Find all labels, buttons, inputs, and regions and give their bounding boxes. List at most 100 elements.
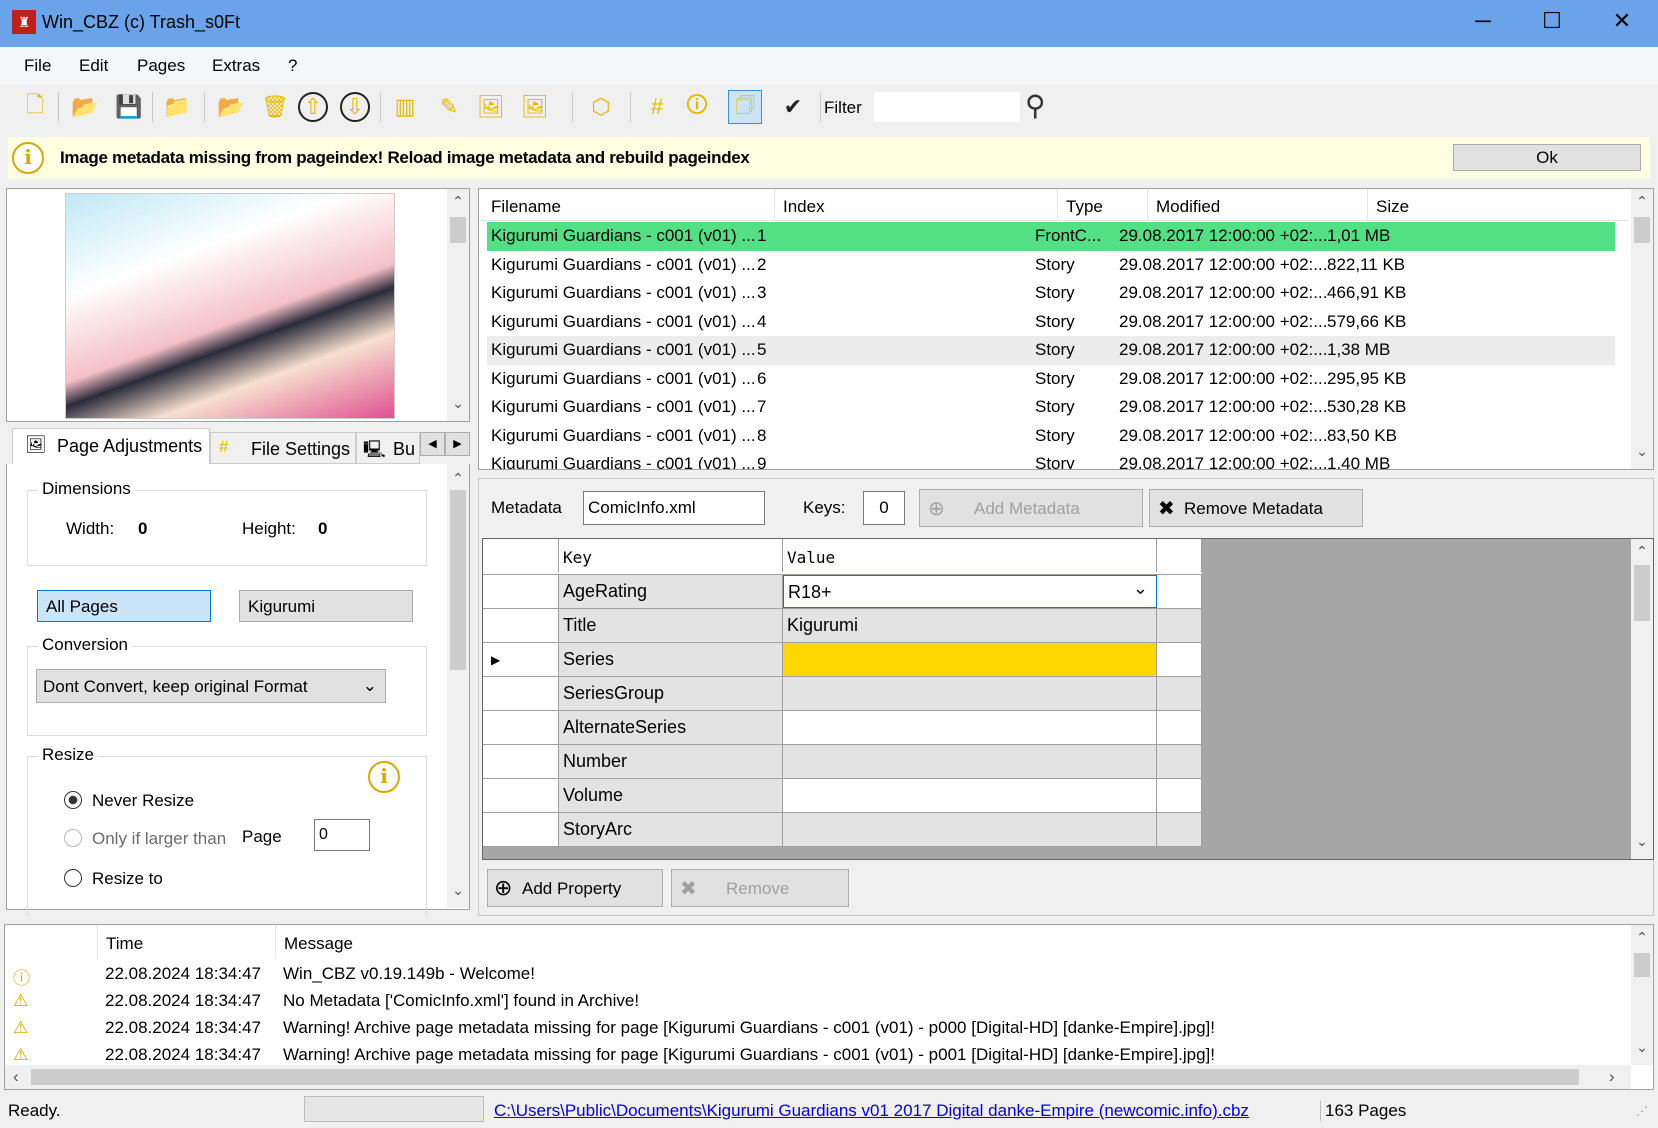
- kigurumi-button[interactable]: Kigurumi: [239, 590, 413, 622]
- column-time[interactable]: Time: [97, 925, 151, 959]
- column-size[interactable]: Size: [1367, 189, 1409, 221]
- row-header[interactable]: [483, 711, 559, 744]
- save-icon[interactable]: 💾: [112, 90, 146, 124]
- file-row[interactable]: Kigurumi Guardians - c001 (v01) ... 9 Stor…: [487, 450, 1615, 469]
- file-row[interactable]: Kigurumi Guardians - c001 (v01) ... 4 Stor…: [487, 308, 1615, 337]
- edit-page-icon[interactable]: ✎: [432, 90, 466, 124]
- resize-grip-icon[interactable]: ⋰: [1636, 1104, 1648, 1118]
- age-rating-dropdown[interactable]: R18+ ⌄: [783, 575, 1157, 608]
- metadata-key-cell[interactable]: SeriesGroup: [559, 677, 783, 710]
- log-vscrollbar[interactable]: ⌃ ⌄: [1631, 925, 1653, 1065]
- log-row[interactable]: ⚠ 22.08.2024 18:34:47 Warning! Archive pag…: [5, 1014, 1625, 1043]
- open-folder-icon[interactable]: 📂: [68, 90, 102, 124]
- file-row[interactable]: Kigurumi Guardians - c001 (v01) ... 1 Fron…: [487, 222, 1615, 251]
- metadata-value-cell[interactable]: [783, 779, 1157, 812]
- image-frame-icon[interactable]: 🖼: [474, 90, 508, 124]
- file-row[interactable]: Kigurumi Guardians - c001 (v01) ... 3 Stor…: [487, 279, 1615, 308]
- add-files-icon[interactable]: 📂: [214, 90, 248, 124]
- open-file-icon[interactable]: 📁: [160, 90, 194, 124]
- info-icon[interactable]: i: [368, 761, 400, 793]
- metadata-key-cell[interactable]: StoryArc: [559, 813, 783, 846]
- metadata-value-cell[interactable]: [783, 677, 1157, 710]
- filter-input[interactable]: [874, 92, 1020, 122]
- column-type[interactable]: Type: [1057, 189, 1103, 221]
- info-window-icon[interactable]: 🛈: [680, 90, 714, 124]
- menu-help[interactable]: ?: [288, 56, 297, 76]
- metadata-key-cell[interactable]: Series: [559, 643, 783, 676]
- ok-button[interactable]: Ok: [1453, 144, 1641, 171]
- checkmark-icon[interactable]: ✔: [776, 90, 810, 124]
- conversion-dropdown[interactable]: Dont Convert, keep original Format ⌄: [36, 669, 386, 703]
- page-split-icon[interactable]: ▥: [388, 90, 422, 124]
- only-larger-radio[interactable]: [64, 829, 82, 847]
- tab-build[interactable]: 🖳 Bu: [356, 432, 420, 464]
- metadata-row[interactable]: StoryArc: [483, 813, 1202, 847]
- column-index[interactable]: Index: [774, 189, 825, 221]
- resize-to-radio[interactable]: [64, 869, 82, 887]
- metadata-value-cell[interactable]: [783, 745, 1157, 778]
- menu-pages[interactable]: Pages: [137, 56, 185, 76]
- tab-page-adjustments[interactable]: 🖼 Page Adjustments: [12, 428, 210, 464]
- metadata-grid-scrollbar[interactable]: ⌃ ⌄: [1631, 539, 1653, 859]
- file-row[interactable]: Kigurumi Guardians - c001 (v01) ... 6 Stor…: [487, 365, 1615, 394]
- column-filename[interactable]: Filename: [491, 197, 561, 217]
- metadata-value-cell[interactable]: Kigurumi: [783, 609, 1157, 642]
- new-file-icon[interactable]: 🗋: [18, 90, 52, 124]
- maximize-button[interactable]: ☐: [1527, 8, 1577, 38]
- file-row[interactable]: Kigurumi Guardians - c001 (v01) ... 7 Stor…: [487, 393, 1615, 422]
- file-row[interactable]: Kigurumi Guardians - c001 (v01) ... 2 Stor…: [487, 251, 1615, 280]
- log-row[interactable]: ⚠ 22.08.2024 18:34:47 No Metadata ['ComicI…: [5, 987, 1625, 1016]
- file-list-scrollbar[interactable]: ⌃ ⌄: [1631, 189, 1653, 469]
- add-metadata-button[interactable]: ⊕ Add Metadata: [919, 489, 1143, 527]
- log-row[interactable]: ⓘ 22.08.2024 18:34:47 Win_CBZ v0.19.149b -…: [5, 960, 1625, 989]
- minimize-button[interactable]: ─: [1458, 8, 1508, 38]
- move-up-icon[interactable]: ⇧: [298, 92, 328, 122]
- page-size-input[interactable]: [314, 819, 370, 851]
- menu-file[interactable]: File: [24, 56, 51, 76]
- metadata-key-cell[interactable]: Volume: [559, 779, 783, 812]
- tab-file-settings[interactable]: # File Settings: [210, 432, 356, 464]
- settings-scrollbar[interactable]: ⌃ ⌄: [447, 464, 469, 908]
- row-header[interactable]: [483, 677, 559, 710]
- row-header[interactable]: ▶: [483, 643, 559, 676]
- image-stack-icon[interactable]: 🗇: [728, 90, 762, 124]
- menu-extras[interactable]: Extras: [212, 56, 260, 76]
- row-header[interactable]: [483, 745, 559, 778]
- all-pages-button[interactable]: All Pages: [37, 590, 211, 622]
- row-header[interactable]: [483, 575, 559, 608]
- metadata-row[interactable]: Title Kigurumi: [483, 609, 1202, 643]
- preview-scrollbar[interactable]: ⌃ ⌄: [447, 189, 469, 421]
- metadata-row[interactable]: AgeRating R18+ ⌄: [483, 575, 1202, 609]
- row-header[interactable]: [483, 779, 559, 812]
- metadata-row[interactable]: AlternateSeries: [483, 711, 1202, 745]
- add-property-button[interactable]: ⊕ Add Property: [487, 869, 663, 907]
- delete-icon[interactable]: 🗑: [258, 90, 292, 124]
- row-header[interactable]: [483, 609, 559, 642]
- tab-scroll-right[interactable]: ▶: [445, 432, 470, 456]
- metadata-value-cell[interactable]: [783, 643, 1157, 676]
- metadata-row[interactable]: Number: [483, 745, 1202, 779]
- never-resize-radio[interactable]: [64, 791, 82, 809]
- metadata-row[interactable]: ▶ Series: [483, 643, 1202, 677]
- move-down-icon[interactable]: ⇩: [340, 92, 370, 122]
- archive-path-link[interactable]: C:\Users\Public\Documents\Kigurumi Guard…: [494, 1101, 1316, 1121]
- metadata-key-cell[interactable]: AgeRating: [559, 575, 783, 608]
- file-row[interactable]: Kigurumi Guardians - c001 (v01) ... 8 Stor…: [487, 422, 1615, 451]
- column-modified[interactable]: Modified: [1147, 189, 1220, 221]
- file-row[interactable]: Kigurumi Guardians - c001 (v01) ... 5 Stor…: [487, 336, 1615, 365]
- metadata-file-input[interactable]: [583, 491, 765, 525]
- remove-metadata-button[interactable]: ✖ Remove Metadata: [1149, 489, 1363, 527]
- tab-scroll-left[interactable]: ◀: [420, 432, 445, 456]
- package-icon[interactable]: ⬡: [584, 90, 618, 124]
- metadata-value-cell[interactable]: [783, 813, 1157, 846]
- menu-edit[interactable]: Edit: [79, 56, 108, 76]
- close-button[interactable]: ✕: [1597, 8, 1647, 38]
- log-hscrollbar[interactable]: ‹ ›: [5, 1065, 1631, 1089]
- metadata-value-cell[interactable]: [783, 711, 1157, 744]
- image-icon[interactable]: 🖼: [518, 90, 552, 124]
- metadata-row[interactable]: Volume: [483, 779, 1202, 813]
- metadata-row[interactable]: SeriesGroup: [483, 677, 1202, 711]
- remove-property-button[interactable]: ✖ Remove: [671, 869, 849, 907]
- search-icon[interactable]: ⚲: [1025, 89, 1046, 122]
- column-message[interactable]: Message: [275, 925, 361, 959]
